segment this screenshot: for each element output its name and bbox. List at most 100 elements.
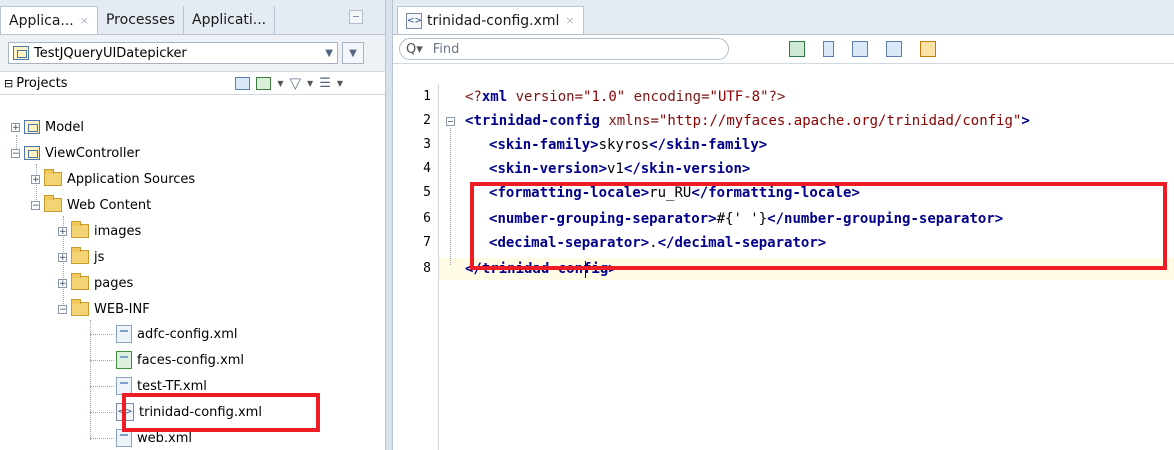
tab-applications-label: Applica... <box>9 12 74 29</box>
line-number: 2 <box>423 113 431 128</box>
code-token: = <box>574 89 584 105</box>
code-line-2: <trinidad-config xmlns="http://myfaces.a… <box>465 110 1030 132</box>
code-token: > <box>1021 113 1030 129</box>
sort-icon[interactable]: ☰ <box>319 76 331 91</box>
project-selector[interactable]: TestJQueryUIDatepicker ▼ <box>8 42 338 64</box>
search-icon[interactable]: Q▾ <box>406 42 423 57</box>
tab-processes-label: Processes <box>105 12 175 28</box>
expand-icon[interactable]: + <box>58 252 67 262</box>
tree-node-web-inf[interactable]: − WEB-INF <box>58 298 150 320</box>
tab-application-resources[interactable]: Applicati... <box>184 6 276 34</box>
expand-icon[interactable]: + <box>31 174 40 184</box>
expand-icon[interactable]: + <box>58 226 67 236</box>
code-token: ?> <box>768 89 786 105</box>
tree-node-web-content[interactable]: − Web Content <box>31 194 151 216</box>
tree-node-images[interactable]: + images <box>58 220 141 242</box>
xml-file-icon <box>116 325 132 343</box>
editor-panel: <> trinidad-config.xml × Q▾ Find 1 2 3 4… <box>393 0 1174 450</box>
fold-icon[interactable]: − <box>446 117 455 126</box>
chevron-down-icon[interactable]: ▼ <box>307 79 313 88</box>
panel-splitter[interactable] <box>386 0 393 450</box>
bookmark-list-icon[interactable] <box>920 41 936 57</box>
tree-node-js[interactable]: + js <box>58 246 104 268</box>
code-token: "1.0" <box>583 89 626 105</box>
chevron-down-icon[interactable]: ▼ <box>337 79 343 88</box>
bookmark-icon[interactable] <box>823 41 834 57</box>
expand-icon[interactable]: + <box>11 122 20 132</box>
minimize-icon[interactable] <box>349 10 363 24</box>
folder-icon <box>44 195 62 212</box>
tree-guide <box>90 438 114 439</box>
code-token: version <box>515 89 575 105</box>
code-token: v1 <box>607 161 624 177</box>
filter-icon[interactable]: ▽ <box>289 74 301 92</box>
code-token: skyros <box>598 137 650 153</box>
projects-header-label: Projects <box>16 75 68 91</box>
folder-icon <box>71 247 89 264</box>
tree-node-viewcontroller[interactable]: − ViewController <box>11 142 140 164</box>
line-number: 4 <box>423 161 431 176</box>
xml-tag-icon: <> <box>406 12 422 29</box>
code-token: </ <box>649 137 667 153</box>
code-token: trinidad-config <box>473 113 600 129</box>
tree-node-model[interactable]: + Model <box>11 116 84 138</box>
code-editor[interactable]: 1 2 3 4 5 6 7 8 − <?xml version="1.0" en… <box>393 84 1174 450</box>
folder-icon <box>71 273 89 290</box>
chevron-down-icon[interactable]: ▼ <box>325 48 333 59</box>
folder-icon <box>71 299 89 316</box>
line-number: 8 <box>423 261 431 276</box>
project-icon <box>24 146 40 160</box>
tree-node-faces-config[interactable]: faces-config.xml <box>116 349 244 371</box>
code-token: </ <box>623 161 641 177</box>
tree-node-label: ViewController <box>45 145 140 161</box>
project-icon <box>24 120 40 134</box>
code-line-4: <skin-version>v1</skin-version> <box>489 158 750 180</box>
find-input[interactable]: Q▾ Find <box>399 38 729 60</box>
code-token: skin-family <box>497 137 591 153</box>
close-icon[interactable]: × <box>565 14 574 27</box>
code-token: > <box>590 137 599 153</box>
editor-tabbar: <> trinidad-config.xml × <box>393 0 1174 35</box>
collapse-icon[interactable]: ⊟ <box>4 77 13 90</box>
collapse-icon[interactable]: − <box>58 304 67 314</box>
code-token: "http://myfaces.apache.org/trinidad/conf… <box>658 113 1022 129</box>
find-placeholder: Find <box>432 41 460 57</box>
refresh-icon[interactable] <box>256 76 272 90</box>
next-bookmark-icon[interactable] <box>852 41 868 57</box>
tree-node-label: Application Sources <box>67 171 196 187</box>
previous-bookmark-icon[interactable] <box>886 41 902 57</box>
collapse-icon[interactable]: − <box>31 200 40 210</box>
line-gutter: 1 2 3 4 5 6 7 8 <box>393 84 439 450</box>
toggle-bookmark-icon[interactable] <box>789 41 805 57</box>
tree-node-label: adfc-config.xml <box>137 326 238 342</box>
close-icon[interactable]: × <box>80 14 89 27</box>
collapse-icon[interactable]: − <box>11 148 20 158</box>
line-number: 5 <box>423 185 431 200</box>
tab-label: trinidad-config.xml <box>427 12 560 29</box>
tree-node-label: WEB-INF <box>94 301 150 317</box>
line-number: 1 <box>423 89 431 104</box>
projects-header[interactable]: ⊟ Projects ▼ ▽ ▼ ☰ ▼ <box>0 72 385 95</box>
tree-node-adfc-config[interactable]: adfc-config.xml <box>116 323 238 345</box>
expand-icon[interactable]: + <box>58 278 67 288</box>
folder-icon <box>44 169 62 186</box>
tree-node-application-sources[interactable]: + Application Sources <box>31 168 195 190</box>
code-token: = <box>650 113 659 129</box>
tree-node-label: js <box>94 249 105 265</box>
tree-guide <box>90 386 114 387</box>
tree-guide <box>90 320 91 440</box>
code-token: > <box>598 161 608 177</box>
tab-applications[interactable]: Applica... × <box>0 6 98 34</box>
project-menu-button[interactable]: ▼ <box>342 42 364 64</box>
code-token: xml <box>481 89 508 105</box>
tab-processes[interactable]: Processes <box>98 6 184 34</box>
code-token: > <box>741 161 751 177</box>
tree-node-pages[interactable]: + pages <box>58 272 133 294</box>
line-number: 6 <box>423 211 431 226</box>
tab-trinidad-config[interactable]: <> trinidad-config.xml × <box>397 6 584 34</box>
code-line-3: <skin-family>skyros</skin-family> <box>489 134 767 156</box>
chevron-down-icon[interactable]: ▼ <box>277 79 283 88</box>
code-token: "UTF-8" <box>709 89 769 105</box>
view-toggle-icon[interactable] <box>235 76 251 90</box>
